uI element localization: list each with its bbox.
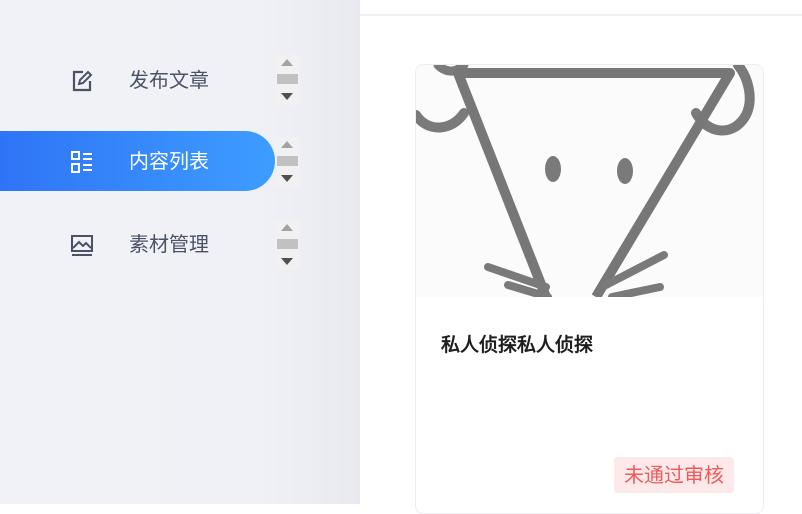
article-title[interactable]: 私人侦探私人侦探 [441,332,593,358]
sidebar-item-label: 内容列表 [129,149,209,173]
scroll-up-arrow-icon[interactable] [281,59,293,66]
scrollbar[interactable] [275,220,300,270]
scroll-thumb[interactable] [277,239,298,249]
status-badge: 未通过审核 [614,457,734,493]
scroll-up-arrow-icon[interactable] [281,224,293,231]
sidebar-item-label: 素材管理 [129,232,209,256]
edit-icon [70,69,94,93]
sidebar-item-material-management[interactable]: 素材管理 [0,214,275,274]
sidebar-item-content-list[interactable]: 内容列表 [0,131,275,191]
scrollbar[interactable] [275,137,300,187]
sidebar: 发布文章 内容列表 素材管理 [0,0,360,504]
scroll-thumb[interactable] [277,156,298,166]
scroll-up-arrow-icon[interactable] [281,141,293,148]
sidebar-item-publish-article[interactable]: 发布文章 [0,50,275,110]
scroll-down-arrow-icon[interactable] [281,93,293,100]
scroll-down-arrow-icon[interactable] [281,258,293,265]
list-icon [70,150,94,174]
image-icon [70,233,94,257]
scroll-thumb[interactable] [277,74,298,84]
scroll-down-arrow-icon[interactable] [281,175,293,182]
scrollbar[interactable] [275,55,300,105]
article-cover-image [416,65,763,302]
article-card[interactable]: 私人侦探私人侦探 未通过审核 [415,64,764,514]
sidebar-item-label: 发布文章 [129,68,209,92]
top-header [360,0,802,16]
